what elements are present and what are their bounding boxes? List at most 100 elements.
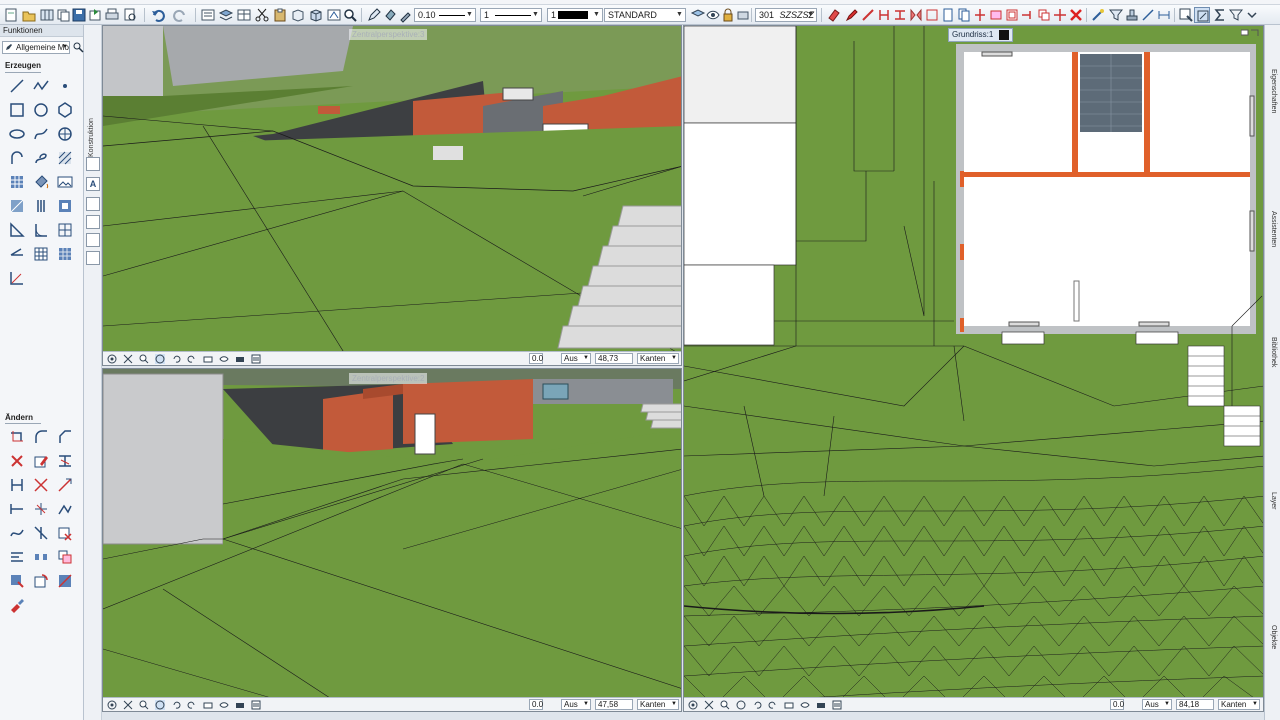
orbit-icon[interactable] <box>688 700 698 710</box>
cut-icon[interactable] <box>254 7 270 23</box>
undo-view-icon[interactable] <box>171 354 181 364</box>
intersect-icon[interactable] <box>32 476 50 494</box>
delete-element-icon[interactable] <box>8 452 26 470</box>
remove-segment-icon[interactable] <box>56 524 74 542</box>
symbol-tool-icon[interactable] <box>56 221 74 239</box>
format-painter-icon[interactable] <box>8 596 26 614</box>
chevron-down-icon[interactable] <box>1244 7 1260 23</box>
pattern-tool-icon[interactable] <box>8 173 26 191</box>
parallel-lines-icon[interactable] <box>32 197 50 215</box>
layer-visibility-icon[interactable] <box>705 7 721 23</box>
display-mode-select[interactable]: Kanten ▼ <box>1218 699 1260 710</box>
view-3d-icon[interactable] <box>326 7 342 23</box>
axis-tool-icon[interactable] <box>8 269 26 287</box>
orbit-icon[interactable] <box>107 354 117 364</box>
layer-settings-icon[interactable] <box>690 7 706 23</box>
ellipse-tool-icon[interactable] <box>8 125 26 143</box>
paste-icon[interactable] <box>272 7 288 23</box>
print-view-icon[interactable] <box>203 354 213 364</box>
angle-field[interactable]: 0.0 <box>529 353 543 364</box>
pencil-red-icon[interactable] <box>844 7 860 23</box>
zoom-icon[interactable] <box>720 700 730 710</box>
line-type-select[interactable]: 1 ▼ <box>480 8 542 22</box>
funnel-icon[interactable] <box>1228 7 1244 23</box>
measure-icon[interactable] <box>860 7 876 23</box>
fit-all-icon[interactable] <box>704 700 714 710</box>
extend-element-icon[interactable] <box>8 500 26 518</box>
split-icon[interactable] <box>972 7 988 23</box>
pan-icon[interactable] <box>155 700 165 710</box>
zoom-field[interactable]: 48,73 <box>595 353 633 364</box>
stamp-icon[interactable] <box>1124 7 1140 23</box>
zoom-icon[interactable] <box>139 700 149 710</box>
function-category-select[interactable]: Allgemeine Mo ▼ <box>2 41 70 54</box>
polyline-tool-icon[interactable] <box>32 77 50 95</box>
dimension-strip-icon[interactable] <box>86 197 100 211</box>
viewport-title[interactable]: Zentralperspektive:3 <box>349 29 428 40</box>
page-icon[interactable] <box>940 7 956 23</box>
angle-field[interactable]: 0.0 <box>529 699 543 710</box>
line-tool-icon[interactable] <box>1140 7 1156 23</box>
orbit-icon[interactable] <box>107 700 117 710</box>
wand-icon[interactable] <box>1090 7 1106 23</box>
eye-icon[interactable] <box>219 700 229 710</box>
undo-view-icon[interactable] <box>171 700 181 710</box>
spline-tool-icon[interactable] <box>32 125 50 143</box>
layer-icon[interactable] <box>218 7 234 23</box>
zoom-field[interactable]: 84,18 <box>1176 699 1214 710</box>
hatch-tool-icon[interactable] <box>56 149 74 167</box>
grid-dots-icon[interactable] <box>32 245 50 263</box>
delete-icon[interactable] <box>1068 7 1084 23</box>
move-icon[interactable] <box>1052 7 1068 23</box>
fill-bucket-icon[interactable] <box>32 173 50 191</box>
copy-element-icon[interactable] <box>1036 7 1052 23</box>
table-icon[interactable] <box>236 7 252 23</box>
window-controls-icon[interactable] <box>1240 29 1259 37</box>
properties-icon[interactable] <box>200 7 216 23</box>
dimension-icon[interactable] <box>1156 7 1172 23</box>
image-tool-icon[interactable] <box>56 173 74 191</box>
join-icon[interactable] <box>988 7 1004 23</box>
fit-all-icon[interactable] <box>123 700 133 710</box>
eyedropper-icon[interactable] <box>398 7 414 23</box>
wall-tool-icon[interactable] <box>56 197 74 215</box>
cube-icon[interactable] <box>308 7 324 23</box>
print-view-icon[interactable] <box>784 700 794 710</box>
list-icon[interactable] <box>251 354 261 364</box>
style-select[interactable]: STANDARD ▼ <box>604 8 686 22</box>
gradient-tool-icon[interactable] <box>8 197 26 215</box>
fillet-tool-icon[interactable] <box>32 221 50 239</box>
edit-strip-icon[interactable] <box>86 215 100 229</box>
redo-view-icon[interactable] <box>187 700 197 710</box>
dimension-angle-icon[interactable] <box>8 221 26 239</box>
sum-icon[interactable] <box>1212 7 1228 23</box>
mode-select[interactable]: Aus ▼ <box>1142 699 1172 710</box>
layer-select[interactable]: 301 SZSZSZ ▼ <box>755 8 817 22</box>
redo-view-icon[interactable] <box>768 700 778 710</box>
print-icon[interactable] <box>104 7 120 23</box>
cut-line-icon[interactable] <box>32 524 50 542</box>
arc-tool-icon[interactable] <box>8 149 26 167</box>
rotate-modify-icon[interactable] <box>32 572 50 590</box>
trim-element-icon[interactable] <box>56 452 74 470</box>
color-select[interactable]: 1 ▼ <box>547 8 603 22</box>
new-document-icon[interactable] <box>3 7 19 23</box>
zoom-icon[interactable] <box>342 7 358 23</box>
snap-icon[interactable] <box>1194 7 1210 23</box>
display-mode-select[interactable]: Kanten ▼ <box>637 699 679 710</box>
line-tool-icon[interactable] <box>8 77 26 95</box>
display-mode-select[interactable]: Kanten ▼ <box>637 353 679 364</box>
fillet-modify-icon[interactable] <box>32 428 50 446</box>
tab-library[interactable]: Bibliothek <box>1270 337 1277 367</box>
zoom-field[interactable]: 47,58 <box>595 699 633 710</box>
fit-all-icon[interactable] <box>123 354 133 364</box>
polygon-tool-icon[interactable] <box>56 101 74 119</box>
offset-tool-icon[interactable] <box>8 428 26 446</box>
reshape-tool-icon[interactable] <box>56 500 74 518</box>
tab-properties[interactable]: Eigenschaften <box>1270 69 1277 113</box>
search-icon[interactable] <box>72 41 84 54</box>
viewport-perspective-2[interactable]: Zentralperspektive:2 0.0 Aus ▼ 47,58 Kant… <box>102 368 682 712</box>
list-icon[interactable] <box>251 700 261 710</box>
open-file-icon[interactable] <box>21 7 37 23</box>
box-icon[interactable] <box>290 7 306 23</box>
